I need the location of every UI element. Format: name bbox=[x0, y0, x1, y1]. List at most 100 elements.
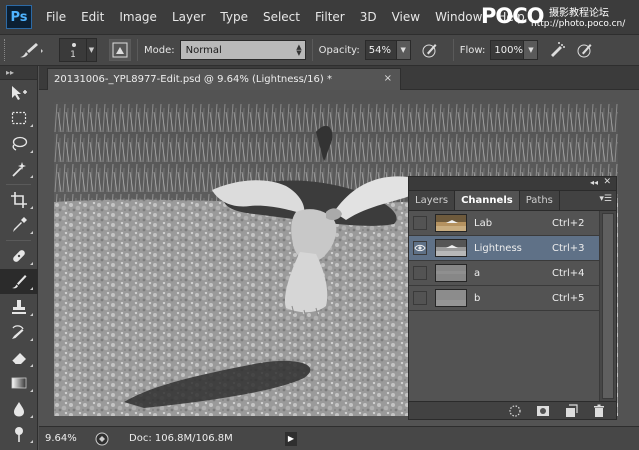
tab-layers[interactable]: Layers bbox=[409, 191, 456, 210]
tool-flyout-indicator bbox=[30, 149, 33, 153]
options-bar-grip[interactable] bbox=[4, 39, 7, 61]
gradient-icon bbox=[11, 377, 27, 389]
menu-file[interactable]: File bbox=[46, 10, 66, 24]
tool-preset-picker[interactable] bbox=[13, 38, 49, 62]
lasso-tool[interactable] bbox=[0, 131, 38, 157]
menu-type[interactable]: Type bbox=[220, 10, 248, 24]
channel-row-b[interactable]: b Ctrl+5 bbox=[409, 286, 601, 311]
opacity-slider-dropdown[interactable]: ▼ bbox=[396, 40, 411, 60]
marquee-tool[interactable] bbox=[0, 106, 38, 132]
document-info-icon bbox=[95, 432, 109, 445]
visibility-toggle[interactable] bbox=[413, 291, 427, 305]
healing-brush-tool[interactable] bbox=[0, 243, 38, 269]
channel-shortcut: Ctrl+2 bbox=[552, 217, 585, 229]
pen-pressure-size-icon bbox=[577, 44, 592, 58]
pressure-size-button[interactable] bbox=[574, 39, 596, 61]
panel-menu-icon[interactable]: ▾☰ bbox=[599, 194, 612, 204]
clone-stamp-tool[interactable] bbox=[0, 294, 38, 320]
channel-shortcut: Ctrl+5 bbox=[552, 292, 585, 304]
airbrush-button[interactable] bbox=[546, 39, 568, 61]
blend-mode-select[interactable]: Normal ▲ ▼ bbox=[179, 40, 306, 60]
channel-thumbnail bbox=[435, 264, 467, 282]
pen-pressure-icon bbox=[422, 44, 437, 58]
move-tool[interactable] bbox=[0, 80, 38, 106]
zoom-level[interactable]: 9.64% bbox=[39, 433, 87, 444]
close-document-icon[interactable]: × bbox=[384, 73, 392, 84]
menu-view[interactable]: View bbox=[392, 10, 420, 24]
eraser-tool[interactable] bbox=[0, 345, 38, 371]
visibility-toggle[interactable] bbox=[413, 216, 427, 230]
gradient-tool[interactable] bbox=[0, 371, 38, 397]
panel-footer bbox=[409, 401, 616, 419]
eyedropper-tool[interactable] bbox=[0, 213, 38, 239]
menu-edit[interactable]: Edit bbox=[81, 10, 104, 24]
flow-input[interactable]: 100% bbox=[490, 40, 525, 60]
tool-flyout-indicator bbox=[30, 389, 33, 392]
status-info-icon[interactable] bbox=[93, 430, 111, 448]
history-brush-icon bbox=[12, 325, 24, 340]
history-brush-tool[interactable] bbox=[0, 320, 38, 346]
options-separator bbox=[137, 39, 138, 61]
close-panel-icon[interactable]: ✕ bbox=[603, 177, 611, 187]
pressure-opacity-button[interactable] bbox=[419, 39, 441, 61]
tool-flyout-indicator bbox=[30, 205, 33, 209]
watermark-tagline: 摄影教程论坛 bbox=[549, 8, 609, 19]
brush-tool[interactable] bbox=[0, 268, 38, 294]
create-new-channel-button[interactable] bbox=[564, 403, 578, 418]
airbrush-icon bbox=[551, 42, 566, 57]
channel-row-lightness[interactable]: Lightness Ctrl+3 bbox=[409, 236, 601, 261]
toggle-brush-panel-button[interactable] bbox=[109, 39, 131, 61]
scrollbar-thumb[interactable] bbox=[602, 213, 614, 399]
magic-wand-tool[interactable] bbox=[0, 157, 38, 183]
eyedropper-icon bbox=[13, 217, 27, 233]
channel-thumbnail bbox=[435, 289, 467, 307]
new-channel-icon bbox=[566, 403, 578, 417]
blur-tool[interactable] bbox=[0, 396, 38, 422]
document-tab[interactable]: 20131006-_YPL8977-Edit.psd @ 9.64% (Ligh… bbox=[47, 68, 401, 90]
load-channel-as-selection-button[interactable] bbox=[508, 404, 522, 418]
visibility-toggle[interactable] bbox=[413, 241, 427, 255]
channel-shortcut: Ctrl+3 bbox=[552, 242, 585, 254]
tool-flyout-indicator bbox=[30, 261, 33, 265]
save-selection-as-channel-button[interactable] bbox=[536, 404, 550, 418]
watermark-url: http://photo.poco.cn/ bbox=[531, 19, 626, 29]
menu-filter[interactable]: Filter bbox=[315, 10, 345, 24]
photoshop-logo: Ps bbox=[6, 5, 32, 29]
mask-icon bbox=[537, 405, 549, 416]
tool-flyout-indicator bbox=[30, 175, 33, 178]
opacity-input[interactable]: 54% bbox=[364, 40, 397, 60]
channel-row-lab[interactable]: Lab Ctrl+2 bbox=[409, 211, 601, 236]
channel-row-a[interactable]: a Ctrl+4 bbox=[409, 261, 601, 286]
delete-channel-button[interactable] bbox=[592, 404, 606, 418]
dodge-tool[interactable] bbox=[0, 422, 38, 448]
panel-tab-bar: Layers Channels Paths ▾☰ bbox=[409, 191, 616, 211]
flow-slider-dropdown[interactable]: ▼ bbox=[524, 40, 539, 60]
channel-thumbnail bbox=[435, 214, 467, 232]
options-separator bbox=[311, 39, 313, 61]
status-menu-arrow[interactable]: ▶ bbox=[285, 431, 297, 446]
toolbox-collapse[interactable]: ▸▸ bbox=[0, 66, 37, 80]
bandage-icon bbox=[13, 249, 25, 262]
menu-window[interactable]: Window bbox=[435, 10, 482, 24]
flow-label: Flow: bbox=[459, 44, 486, 56]
crop-tool[interactable] bbox=[0, 187, 38, 213]
status-bar: 9.64% Doc: 106.8M/106.8M ▶ bbox=[39, 426, 639, 450]
menu-select[interactable]: Select bbox=[263, 10, 300, 24]
trash-icon bbox=[594, 404, 604, 417]
menu-image[interactable]: Image bbox=[119, 10, 157, 24]
tool-flyout-indicator bbox=[30, 338, 33, 341]
visibility-toggle[interactable] bbox=[413, 266, 427, 280]
water-drop-icon bbox=[14, 401, 24, 417]
menu-layer[interactable]: Layer bbox=[172, 10, 205, 24]
brush-icon bbox=[12, 275, 27, 289]
tab-paths[interactable]: Paths bbox=[520, 191, 560, 210]
collapse-panel-icon[interactable]: ◂◂ bbox=[590, 178, 598, 187]
tab-channels[interactable]: Channels bbox=[455, 191, 520, 210]
menu-3d[interactable]: 3D bbox=[360, 10, 377, 24]
rectangular-marquee-icon bbox=[11, 112, 27, 125]
panel-header[interactable]: ◂◂ ✕ bbox=[409, 177, 616, 191]
brush-preset-picker[interactable]: 1 bbox=[59, 38, 87, 62]
panel-scrollbar[interactable] bbox=[599, 211, 616, 401]
brush-preset-dropdown[interactable]: ▼ bbox=[87, 38, 97, 62]
tool-flyout-indicator bbox=[30, 414, 33, 418]
